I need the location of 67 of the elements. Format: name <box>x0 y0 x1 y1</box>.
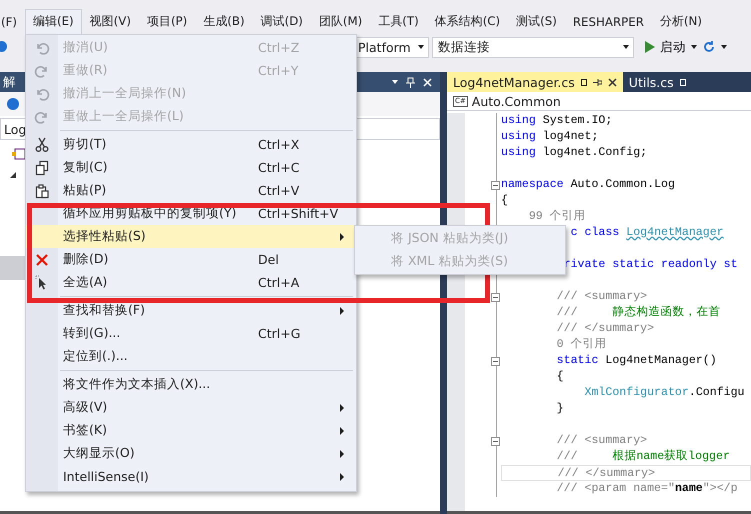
copy-icon <box>34 160 50 176</box>
menu-item[interactable]: 转到(G)... Ctrl+G <box>26 322 356 345</box>
menu-item[interactable]: 粘贴(P) Ctrl+V <box>26 179 356 202</box>
menu-item[interactable]: 删除(D) Del <box>26 248 356 271</box>
menu-item[interactable]: 全选(A) Ctrl+A <box>26 271 356 294</box>
project-icon <box>12 148 26 160</box>
code-line: { <box>556 369 565 385</box>
code-line: 0 个引用 <box>556 337 608 353</box>
code-line: XmlConfigurator.Configu <box>583 385 746 401</box>
code-line: using log4net; <box>501 129 600 145</box>
menu-bar-item[interactable]: 编辑(E) <box>25 8 82 34</box>
menu-item[interactable]: 查找和替换(F) <box>26 299 356 322</box>
menu-bar-item[interactable]: 视图(V) <box>82 8 139 34</box>
menu-item[interactable]: 复制(C) Ctrl+C <box>26 156 356 179</box>
menu-item[interactable]: 大纲显示(O) <box>26 442 356 465</box>
code-line: 99 个引用 <box>528 209 587 225</box>
close-icon[interactable] <box>608 78 617 86</box>
editor-tab[interactable]: Utils.cs <box>622 72 692 92</box>
back-icon[interactable] <box>7 98 19 110</box>
lock-icon <box>680 78 686 86</box>
code-line: /// <summary> <box>556 289 648 305</box>
code-line: { <box>501 193 509 209</box>
menu-bar-item[interactable]: 测试(S) <box>508 8 565 34</box>
menu-item[interactable]: IntelliSense(I) <box>26 465 356 488</box>
menu-bar-item[interactable]: 体系结构(C) <box>426 8 508 34</box>
delete-icon <box>34 252 50 268</box>
connection-dropdown[interactable]: 数据连接 <box>432 36 634 58</box>
menu-bar-item[interactable]: 项目(P) <box>138 8 196 34</box>
refresh-icon[interactable] <box>702 40 716 54</box>
start-button[interactable]: 启动 <box>645 38 686 56</box>
collapse-icon[interactable] <box>491 293 500 302</box>
menu-item[interactable]: 将文件作为文本插入(X)... <box>26 373 356 396</box>
code-line: namespace Auto.Common.Log <box>501 177 676 193</box>
menu-item[interactable]: 选择性粘贴(S) <box>26 225 356 248</box>
code-line: /// <param name="name"></p <box>556 481 739 497</box>
menu-item[interactable]: 剪切(T) Ctrl+X <box>26 133 356 156</box>
menu-item[interactable]: 定位到(.)... <box>26 345 356 368</box>
scissors-icon <box>34 136 50 152</box>
menu-item[interactable]: 高级(V) <box>26 396 356 419</box>
menu-bar-item[interactable]: RESHARPER <box>564 10 652 34</box>
expand-icon[interactable] <box>10 172 16 178</box>
code-line: static Log4netManager() <box>556 353 718 369</box>
code-line: /// 静态构造函数，在首 <box>556 305 722 321</box>
menu-bar-item[interactable]: (F) <box>0 10 25 34</box>
menu-item[interactable]: 书签(K) <box>26 419 356 442</box>
caret-icon[interactable] <box>691 45 697 49</box>
editor-tab[interactable]: Log4netManager.cs <box>447 72 623 92</box>
scope-dropdown[interactable]: Auto.Common <box>472 94 561 108</box>
collapse-icon[interactable] <box>491 437 500 446</box>
clipboard-icon <box>34 182 50 198</box>
collapse-icon[interactable] <box>491 357 500 366</box>
code-line: /// <summary> <box>556 433 648 449</box>
pin-icon[interactable] <box>592 78 602 86</box>
collapse-icon[interactable] <box>491 181 500 190</box>
menu-bar-item[interactable]: 团队(M) <box>310 8 370 34</box>
menu-bar-item[interactable]: 调试(D) <box>252 8 311 34</box>
code-line: /// </summary> <box>556 321 656 337</box>
lock-icon <box>580 78 587 86</box>
code-line: using log4net.Config; <box>501 145 648 161</box>
panel-title: 解 <box>3 74 16 90</box>
code-line: } <box>556 401 565 417</box>
caret-icon[interactable] <box>721 45 727 49</box>
code-line: using System.IO; <box>501 113 614 129</box>
code-line: /// 根据name获取logger <box>556 449 731 465</box>
menu-bar-item[interactable]: 分析(N) <box>652 8 710 34</box>
menu-bar-item[interactable]: 工具(T) <box>370 8 427 34</box>
menu-bar-item[interactable]: 生成(B) <box>195 8 253 34</box>
